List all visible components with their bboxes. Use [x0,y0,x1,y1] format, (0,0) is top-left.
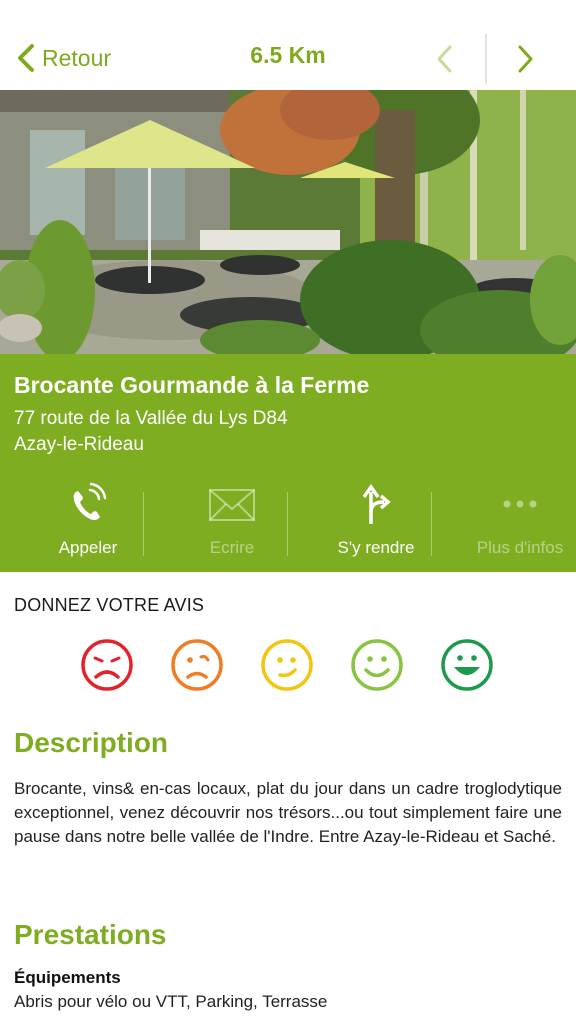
description-text: Brocante, vins& en-cas locaux, plat du j… [14,779,562,846]
directions-button[interactable]: S'y rendre [304,478,448,566]
more-dots-icon [503,500,537,508]
sad-face-icon[interactable] [169,637,225,693]
action-bar: Appeler Ecrire S'y rendre Plus d'infos [0,478,576,566]
poi-photo [0,90,576,354]
directions-icon [362,483,391,524]
poi-address-line2: Azay-le-Rideau [14,434,144,455]
next-item-chevron-icon[interactable] [510,42,540,76]
poi-title: Brocante Gourmande à la Ferme [14,372,370,398]
prestations-heading: Prestations [14,919,167,950]
phone-icon [73,482,107,521]
smile-face-icon[interactable] [349,637,405,693]
equipements-value: Abris pour vélo ou VTT, Parking, Terrass… [14,992,328,1011]
neutral-face-icon[interactable] [259,637,315,693]
envelope-icon [209,489,255,521]
write-button[interactable]: Ecrire [160,478,304,566]
action-divider [431,492,432,556]
equipements-label: Équipements [14,968,121,987]
action-divider [287,492,288,556]
very-sad-face-icon[interactable] [79,637,135,693]
previous-item-chevron-icon[interactable] [430,42,460,76]
more-info-label: Plus d'infos [476,538,564,557]
poi-info-panel: Brocante Gourmande à la Ferme 77 route d… [0,354,576,572]
rating-title: DONNEZ VOTRE AVIS [14,595,205,615]
call-label: Appeler [58,538,118,557]
top-navigation-bar: Retour 6.5 Km [0,0,576,90]
directions-label: S'y rendre [337,538,415,557]
chevron-left-icon [18,44,34,72]
big-smile-face-icon[interactable] [439,637,495,693]
poi-address-line1: 77 route de la Vallée du Lys D84 [14,408,288,429]
more-info-button[interactable]: Plus d'infos [448,478,576,566]
back-button[interactable]: Retour [14,40,111,76]
description-heading: Description [14,727,169,758]
write-label: Ecrire [209,538,255,557]
call-button[interactable]: Appeler [16,478,160,566]
back-label: Retour [42,44,112,71]
action-divider [143,492,144,556]
garden-terrace-image [0,90,576,354]
nav-divider [485,34,487,84]
distance-label: 6.5 Km [250,42,326,68]
